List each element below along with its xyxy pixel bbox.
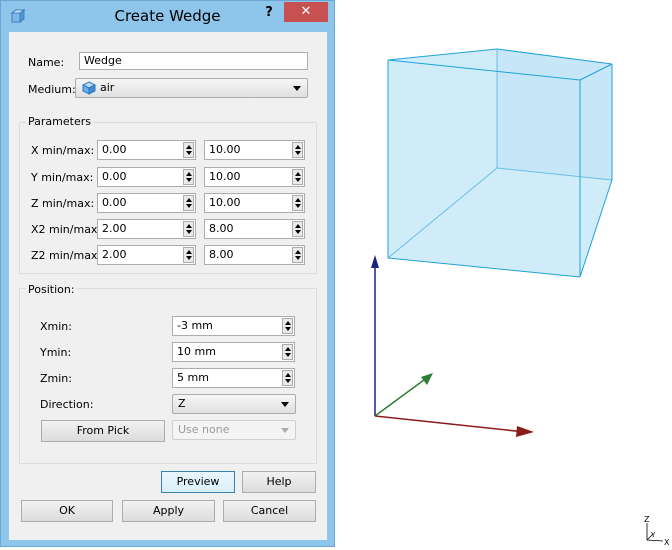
direction-value: Z xyxy=(178,397,186,410)
x-min-spinbox[interactable]: 0.00 xyxy=(97,140,196,160)
dialog-client-area: Name: Wedge Medium: air Parameters X min… xyxy=(9,32,327,540)
z-max-spinbox[interactable]: 10.00 xyxy=(204,193,305,213)
xmin-label: Xmin: xyxy=(40,320,72,333)
medium-label: Medium: xyxy=(28,83,76,96)
title-bar[interactable]: Create Wedge ? ✕ xyxy=(1,1,334,31)
triad-z-label: Z xyxy=(644,515,650,524)
spin-value: 0.00 xyxy=(102,170,127,183)
help-button[interactable]: Help xyxy=(242,471,316,493)
spin-arrows-icon[interactable] xyxy=(292,247,303,263)
spin-value: 8.00 xyxy=(209,222,234,235)
param-label-x2minmax: X2 min/max: xyxy=(31,223,102,236)
spin-value: 10.00 xyxy=(209,196,241,209)
preview-button[interactable]: Preview xyxy=(161,471,235,493)
param-label-yminmax: Y min/max: xyxy=(31,171,94,184)
z-min-spinbox[interactable]: 0.00 xyxy=(97,193,196,213)
use-select[interactable]: Use none xyxy=(172,420,296,440)
chevron-down-icon xyxy=(281,428,289,433)
spin-value: 10 mm xyxy=(177,345,216,358)
from-pick-button[interactable]: From Pick xyxy=(41,420,165,442)
param-label-z2minmax: Z2 min/max: xyxy=(31,249,102,262)
medium-cube-icon xyxy=(81,81,97,95)
z2-min-spinbox[interactable]: 2.00 xyxy=(97,245,196,265)
apply-button[interactable]: Apply xyxy=(122,500,215,522)
z2-max-spinbox[interactable]: 8.00 xyxy=(204,245,305,265)
position-group-title: Position: xyxy=(26,283,77,296)
3d-viewport[interactable]: Z Y X xyxy=(335,0,672,547)
name-input[interactable]: Wedge xyxy=(79,52,308,70)
spin-arrows-icon[interactable] xyxy=(282,344,293,360)
y-max-spinbox[interactable]: 10.00 xyxy=(204,167,305,187)
ok-button[interactable]: OK xyxy=(21,500,113,522)
orientation-triad: Z Y X xyxy=(644,515,670,547)
spin-value: 5 mm xyxy=(177,371,209,384)
zmin-spinbox[interactable]: 5 mm xyxy=(172,368,295,388)
medium-select[interactable]: air xyxy=(75,78,308,98)
ymin-spinbox[interactable]: 10 mm xyxy=(172,342,295,362)
use-value: Use none xyxy=(178,423,230,436)
zmin-label: Zmin: xyxy=(40,372,72,385)
spin-value: 8.00 xyxy=(209,248,234,261)
spin-value: 10.00 xyxy=(209,143,241,156)
x2-min-spinbox[interactable]: 2.00 xyxy=(97,219,196,239)
param-label-zminmax: Z min/max: xyxy=(31,197,95,210)
spin-arrows-icon[interactable] xyxy=(282,318,293,334)
viewport-canvas[interactable]: Z Y X xyxy=(335,0,672,547)
help-title-button[interactable]: ? xyxy=(257,4,281,24)
direction-select[interactable]: Z xyxy=(172,394,296,414)
spin-value: 2.00 xyxy=(102,248,127,261)
triad-y-label: Y xyxy=(650,531,656,539)
create-wedge-dialog: Create Wedge ? ✕ Name: Wedge Medium: air… xyxy=(0,0,335,547)
medium-value: air xyxy=(100,81,115,94)
spin-value: 2.00 xyxy=(102,222,127,235)
ymin-label: Ymin: xyxy=(40,346,72,359)
spin-value: 0.00 xyxy=(102,196,127,209)
chevron-down-icon xyxy=(281,402,289,407)
triad-x-label: X xyxy=(664,538,670,547)
y-min-spinbox[interactable]: 0.00 xyxy=(97,167,196,187)
spin-arrows-icon[interactable] xyxy=(183,195,194,211)
spin-arrows-icon[interactable] xyxy=(183,247,194,263)
x-max-spinbox[interactable]: 10.00 xyxy=(204,140,305,160)
close-icon: ✕ xyxy=(300,4,312,19)
axis-z-arrow xyxy=(371,255,379,416)
parameters-group-title: Parameters xyxy=(26,115,93,128)
spin-value: 10.00 xyxy=(209,170,241,183)
spin-arrows-icon[interactable] xyxy=(183,221,194,237)
spin-value: 0.00 xyxy=(102,143,127,156)
param-label-xminmax: X min/max: xyxy=(31,144,95,157)
axis-y-arrow xyxy=(374,373,433,417)
wedge-face-back xyxy=(497,49,612,180)
name-label: Name: xyxy=(28,56,65,69)
dialog-title: Create Wedge xyxy=(114,7,221,25)
direction-label: Direction: xyxy=(40,398,94,411)
chevron-down-icon xyxy=(293,86,301,91)
spin-arrows-icon[interactable] xyxy=(183,169,194,185)
axis-x-arrow xyxy=(374,415,534,437)
close-button[interactable]: ✕ xyxy=(284,2,328,22)
spin-arrows-icon[interactable] xyxy=(292,142,303,158)
spin-value: -3 mm xyxy=(177,319,213,332)
spin-arrows-icon[interactable] xyxy=(183,142,194,158)
wedge-app-icon xyxy=(10,8,26,24)
xmin-spinbox[interactable]: -3 mm xyxy=(172,316,295,336)
spin-arrows-icon[interactable] xyxy=(282,370,293,386)
spin-arrows-icon[interactable] xyxy=(292,221,303,237)
spin-arrows-icon[interactable] xyxy=(292,169,303,185)
cancel-button[interactable]: Cancel xyxy=(223,500,316,522)
spin-arrows-icon[interactable] xyxy=(292,195,303,211)
x2-max-spinbox[interactable]: 8.00 xyxy=(204,219,305,239)
